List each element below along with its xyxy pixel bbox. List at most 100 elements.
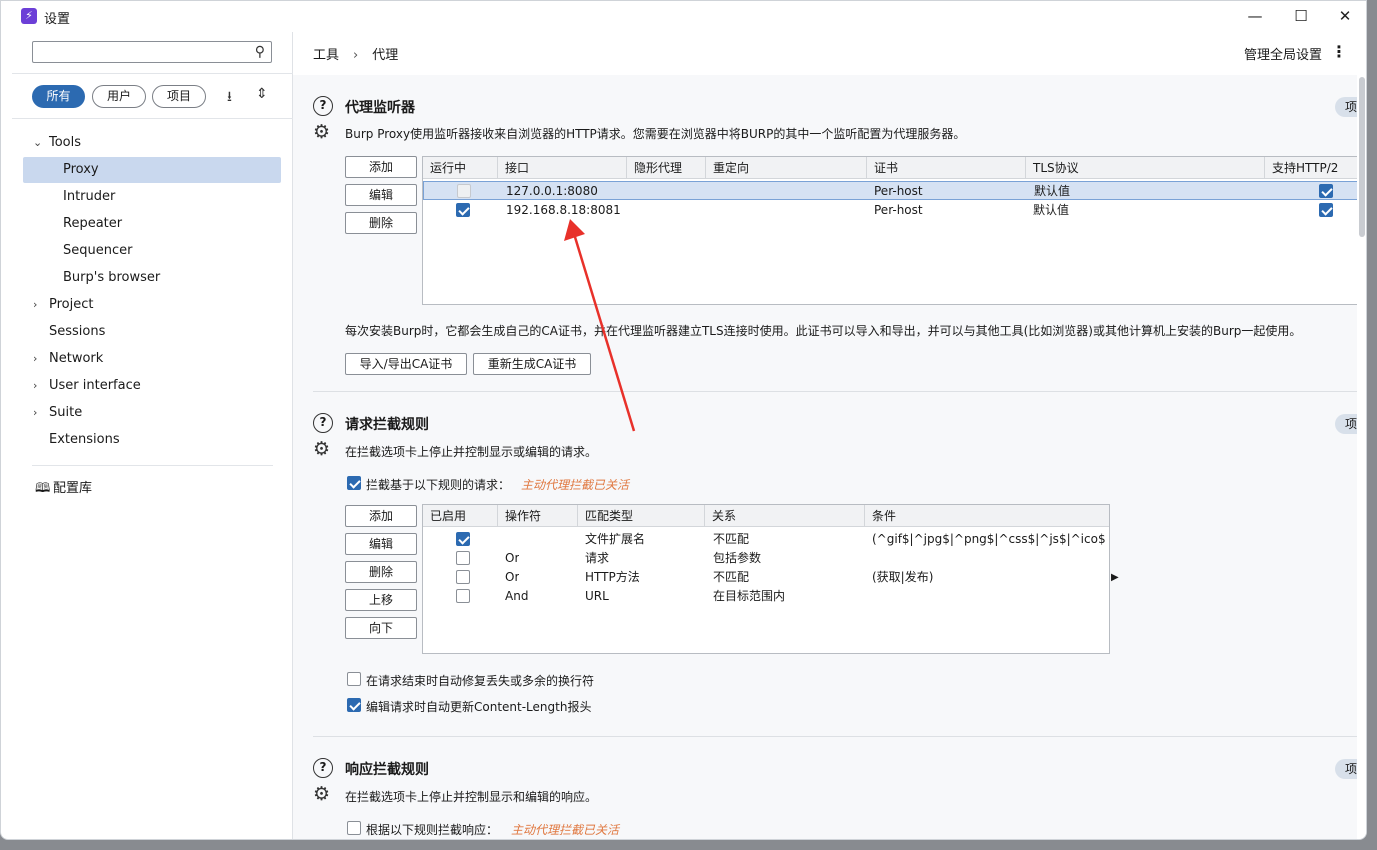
help-icon[interactable]: ?: [313, 96, 333, 116]
remove-rule-button[interactable]: 删除: [345, 561, 417, 583]
column-header[interactable]: 匹配类型: [578, 505, 705, 527]
regenerate-ca-button[interactable]: 重新生成CA证书: [473, 353, 591, 375]
operator-cell: Or: [505, 570, 520, 584]
table-row[interactable]: 文件扩展名 不匹配 (^gif$|^jpg$|^png$|^css$|^js$|…: [423, 530, 1109, 549]
move-up-button[interactable]: 上移: [345, 589, 417, 611]
section-description: Burp Proxy使用监听器接收来自浏览器的HTTP请求。您需要在浏览器中将B…: [345, 127, 966, 141]
table-row[interactable]: 192.168.8.18:8081 Per-host 默认值: [423, 201, 1357, 220]
table-row[interactable]: And URL 在目标范围内: [423, 587, 1109, 606]
column-header[interactable]: 接口: [498, 157, 627, 179]
http2-checkbox[interactable]: [1319, 203, 1333, 217]
column-header[interactable]: 已启用: [423, 505, 498, 527]
column-header[interactable]: 条件: [865, 505, 1111, 527]
scope-badge: 项: [1335, 759, 1357, 779]
scrollbar-thumb[interactable]: [1359, 77, 1365, 237]
table-row[interactable]: Or 请求 包括参数: [423, 549, 1109, 568]
operator-cell: Or: [505, 551, 520, 565]
sidebar: ⚲ 所有 用户 项目 ⭳ ⇕ ⌄ Tools Proxy Intruder Re…: [12, 32, 293, 839]
chevron-down-icon: ⌄: [33, 136, 43, 149]
search-icon[interactable]: ⚲: [255, 44, 265, 60]
enabled-checkbox[interactable]: [456, 589, 470, 603]
section-divider: [313, 736, 1357, 737]
breadcrumb-separator: ›: [353, 48, 359, 63]
edit-rule-button[interactable]: 编辑: [345, 533, 417, 555]
collapse-all-icon[interactable]: ⇕: [256, 86, 268, 102]
remove-listener-button[interactable]: 删除: [345, 212, 417, 234]
filter-project[interactable]: 项目: [152, 85, 206, 108]
minimize-button[interactable]: —: [1232, 1, 1278, 32]
running-checkbox[interactable]: [457, 184, 471, 198]
filter-user[interactable]: 用户: [92, 85, 146, 108]
enabled-checkbox[interactable]: [456, 570, 470, 584]
sidebar-item-extensions[interactable]: Extensions: [23, 427, 281, 453]
settings-gear-icon[interactable]: ⚙: [313, 783, 330, 805]
sidebar-item-user-interface[interactable]: › User interface: [23, 373, 281, 399]
manage-global-settings-link[interactable]: 管理全局设置: [1244, 44, 1322, 63]
add-rule-button[interactable]: 添加: [345, 505, 417, 527]
burp-logo-icon: ⚡: [21, 8, 37, 24]
listeners-table: 运行中 接口 隐形代理 重定向 证书 TLS协议 支持HTTP/2 127.0.…: [422, 156, 1357, 305]
help-icon[interactable]: ?: [313, 758, 333, 778]
update-content-length-label: 编辑请求时自动更新Content-Length报头: [366, 700, 592, 714]
sidebar-item-repeater[interactable]: Repeater: [23, 211, 281, 237]
sidebar-item-suite[interactable]: › Suite: [23, 400, 281, 426]
sidebar-item-label: Extensions: [49, 432, 120, 447]
settings-gear-icon[interactable]: ⚙: [313, 121, 330, 143]
edit-listener-button[interactable]: 编辑: [345, 184, 417, 206]
column-header[interactable]: 重定向: [706, 157, 867, 179]
column-header[interactable]: 隐形代理: [627, 157, 706, 179]
sidebar-item-proxy[interactable]: Proxy: [23, 157, 281, 183]
sidebar-item-label: Intruder: [63, 189, 116, 204]
table-header: 运行中 接口 隐形代理 重定向 证书 TLS协议 支持HTTP/2: [423, 157, 1357, 179]
column-header[interactable]: TLS协议: [1026, 157, 1265, 179]
sidebar-item-burps-browser[interactable]: Burp's browser: [23, 265, 281, 291]
cert-cell: Per-host: [874, 203, 923, 217]
intercept-responses-checkbox[interactable]: [347, 821, 361, 835]
expand-all-icon[interactable]: ⭳: [227, 86, 232, 110]
search-input[interactable]: ⚲: [32, 41, 272, 63]
import-export-ca-button[interactable]: 导入/导出CA证书: [345, 353, 467, 375]
sidebar-item-library[interactable]: 🕮 配置库: [23, 476, 281, 502]
column-header[interactable]: 证书: [867, 157, 1026, 179]
sidebar-item-tools[interactable]: ⌄ Tools: [23, 130, 281, 156]
sidebar-item-sessions[interactable]: Sessions: [23, 319, 281, 345]
update-content-length-checkbox[interactable]: [347, 698, 361, 712]
fix-newlines-checkbox[interactable]: [347, 672, 361, 686]
help-icon[interactable]: ?: [313, 413, 333, 433]
add-listener-button[interactable]: 添加: [345, 156, 417, 178]
sidebar-item-network[interactable]: › Network: [23, 346, 281, 372]
sidebar-item-label: Sequencer: [63, 243, 133, 258]
divider: [12, 73, 293, 74]
filter-all[interactable]: 所有: [32, 85, 85, 108]
request-rules-table: 已启用 操作符 匹配类型 关系 条件 文件扩展名 不匹配 (^gif$|^jpg…: [422, 504, 1110, 654]
more-options-icon[interactable]: ⋮: [1331, 42, 1347, 61]
table-row[interactable]: 127.0.0.1:8080 Per-host 默认值: [423, 181, 1357, 200]
chevron-right-icon: ›: [33, 352, 38, 365]
settings-gear-icon[interactable]: ⚙: [313, 438, 330, 460]
column-header[interactable]: 关系: [705, 505, 865, 527]
maximize-button[interactable]: ☐: [1278, 1, 1324, 32]
settings-pane: ? 代理监听器 项 ⚙ Burp Proxy使用监听器接收来自浏览器的HTTP请…: [293, 75, 1357, 839]
sidebar-item-intruder[interactable]: Intruder: [23, 184, 281, 210]
column-header[interactable]: 支持HTTP/2: [1265, 157, 1357, 179]
column-header[interactable]: 操作符: [498, 505, 578, 527]
table-header: 已启用 操作符 匹配类型 关系 条件: [423, 505, 1109, 527]
enabled-checkbox[interactable]: [456, 551, 470, 565]
vertical-scrollbar[interactable]: [1357, 75, 1366, 835]
sidebar-item-project[interactable]: › Project: [23, 292, 281, 318]
running-checkbox[interactable]: [456, 203, 470, 217]
intercept-requests-checkbox[interactable]: [347, 476, 361, 490]
enabled-checkbox[interactable]: [456, 532, 470, 546]
sidebar-item-sequencer[interactable]: Sequencer: [23, 238, 281, 264]
close-button[interactable]: ✕: [1322, 1, 1366, 32]
tls-cell: 默认值: [1033, 203, 1070, 217]
sidebar-item-label: Repeater: [63, 216, 123, 231]
table-row[interactable]: Or HTTP方法 不匹配 (获取|发布): [423, 568, 1109, 587]
chevron-right-icon: ›: [33, 298, 38, 311]
sidebar-item-label: User interface: [49, 378, 141, 393]
expand-arrow-icon[interactable]: ▶: [1111, 572, 1119, 583]
breadcrumb-root[interactable]: 工具: [313, 48, 339, 63]
http2-checkbox[interactable]: [1319, 184, 1333, 198]
move-down-button[interactable]: 向下: [345, 617, 417, 639]
column-header[interactable]: 运行中: [423, 157, 498, 179]
